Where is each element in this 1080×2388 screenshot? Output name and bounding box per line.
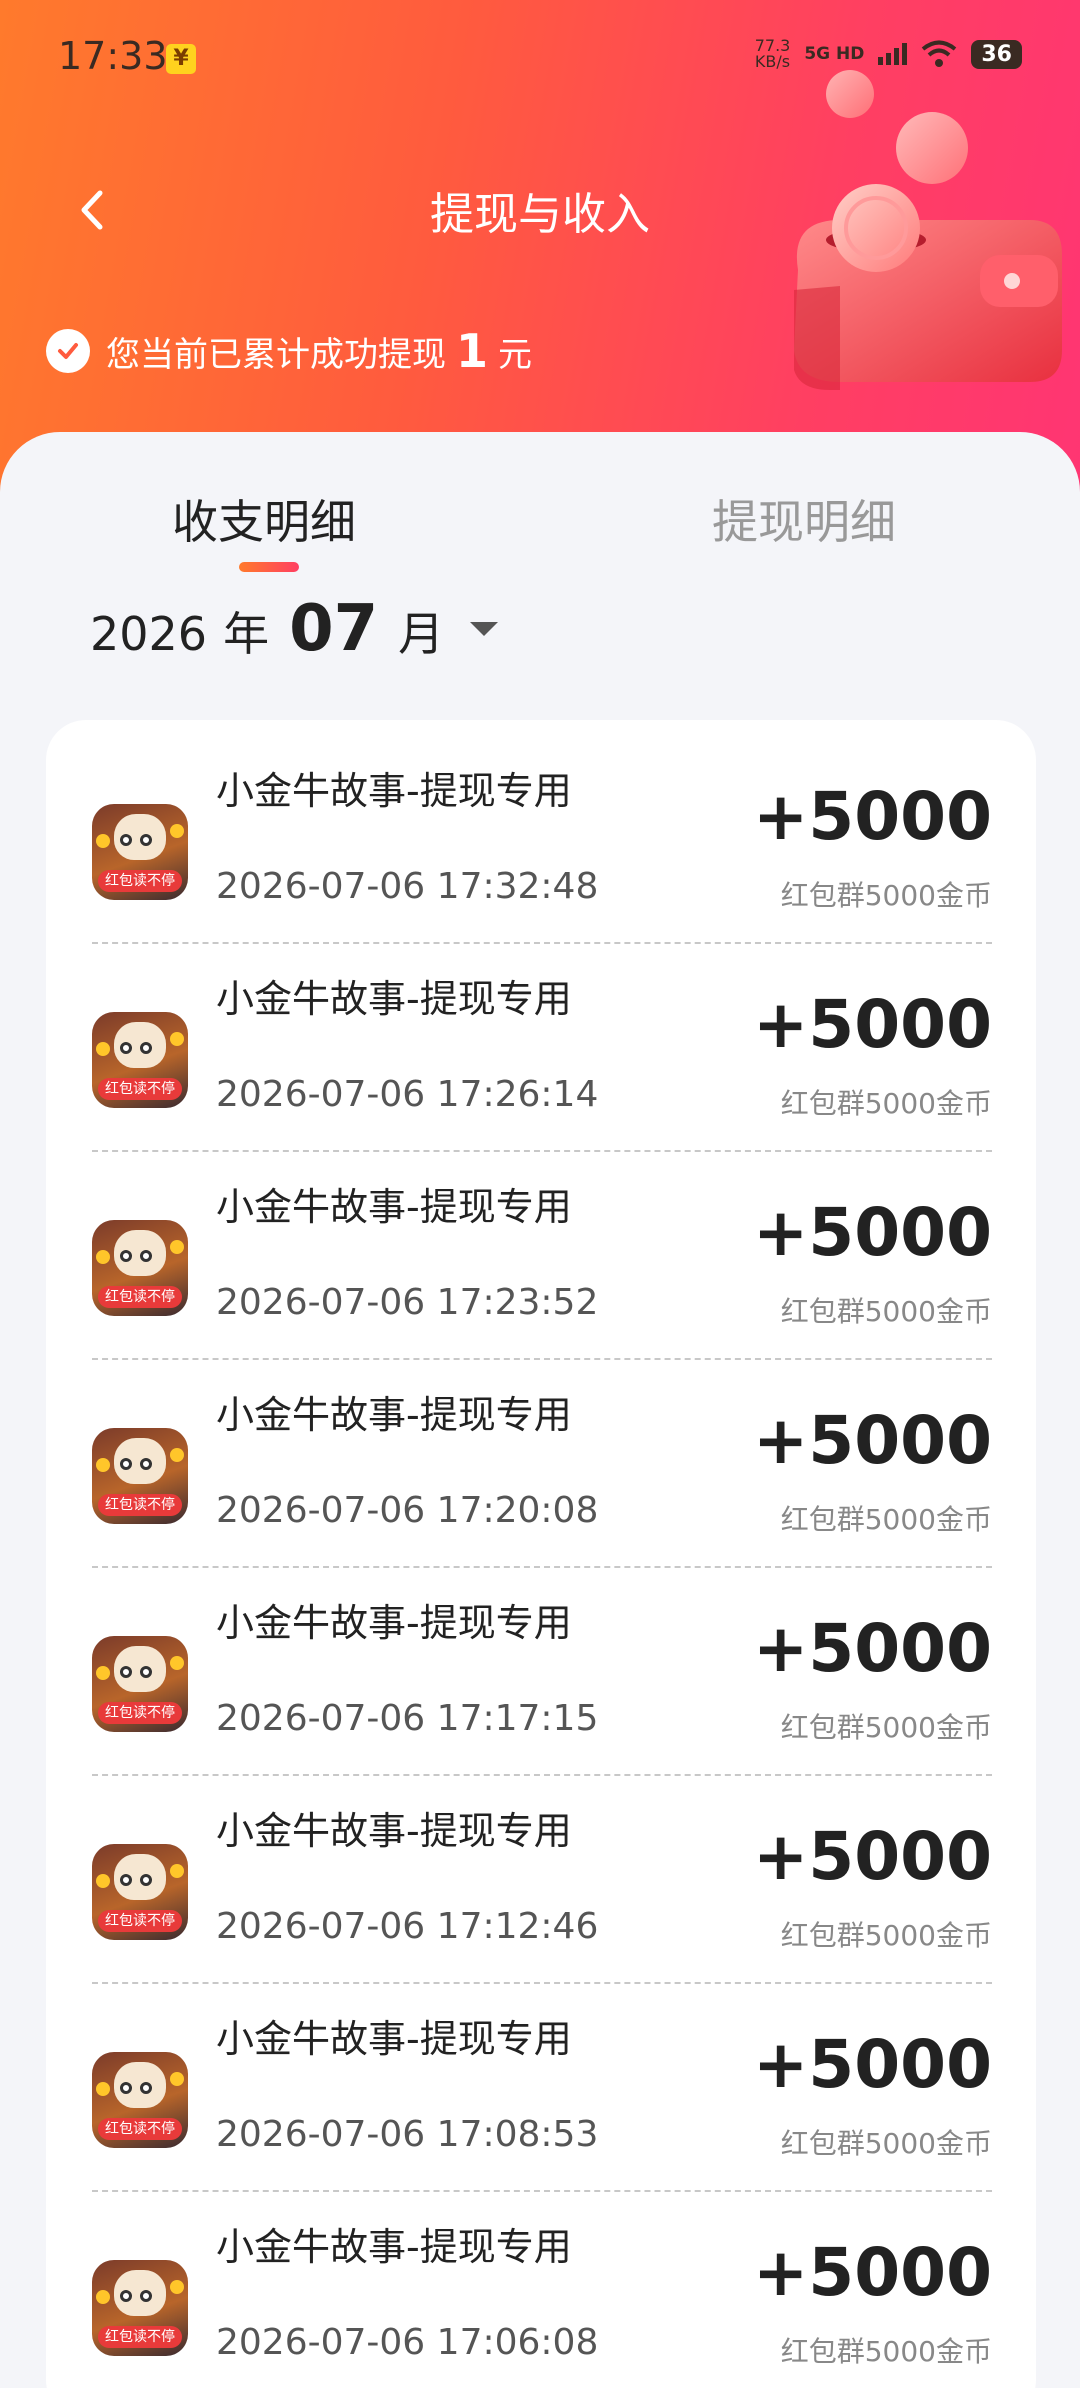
cow-face-icon [114, 2062, 166, 2108]
year-unit: 年 [223, 607, 270, 661]
record-amount: +5000 [753, 2026, 992, 2103]
record-amount: +5000 [753, 778, 992, 855]
record-title: 小金牛故事-提现专用 [216, 769, 572, 813]
app-icon-badge: 红包读不停 [98, 2118, 182, 2140]
app-icon-badge: 红包读不停 [98, 1702, 182, 1724]
cow-face-icon [114, 2270, 166, 2316]
withdraw-note-prefix: 您当前已累计成功提现 [106, 334, 446, 375]
cow-face-icon [114, 1438, 166, 1484]
app-icon: 红包读不停 [92, 1844, 188, 1940]
record-note: 红包群5000金币 [780, 1711, 992, 1744]
record-title: 小金牛故事-提现专用 [216, 1185, 572, 1229]
wallet-illustration [794, 70, 1062, 390]
app-icon-badge: 红包读不停 [98, 1494, 182, 1516]
record-note: 红包群5000金币 [780, 879, 992, 912]
record-title: 小金牛故事-提现专用 [216, 977, 572, 1021]
app-icon: 红包读不停 [92, 1220, 188, 1316]
header: 17:33 ¥ 77.3 KB/s 5G HD 36 提现与收入 您当前已累计成… [0, 0, 1080, 500]
month-unit: 月 [398, 607, 445, 661]
yuan-badge-icon: ¥ [166, 44, 196, 74]
app-icon: 红包读不停 [92, 2260, 188, 2356]
record-amount: +5000 [753, 986, 992, 1063]
caret-down-icon [470, 622, 499, 636]
record-amount: +5000 [753, 1402, 992, 1479]
record-title: 小金牛故事-提现专用 [216, 1601, 572, 1645]
withdraw-note-suffix: 元 [498, 334, 533, 375]
status-time: 17:33 [58, 34, 168, 78]
check-icon [46, 329, 90, 373]
app-icon-badge: 红包读不停 [98, 1286, 182, 1308]
withdraw-summary: 您当前已累计成功提现 1 元 [46, 324, 532, 378]
record-row[interactable]: 红包读不停 小金牛故事-提现专用 2026-07-06 17:08:53 +5000 红… [92, 1984, 992, 2192]
record-amount: +5000 [753, 2234, 992, 2311]
cow-face-icon [114, 1022, 166, 1068]
tab-indicator [239, 562, 299, 572]
app-icon: 红包读不停 [92, 1636, 188, 1732]
tab-withdraw-details[interactable]: 提现明细 [712, 486, 896, 552]
record-row[interactable]: 红包读不停 小金牛故事-提现专用 2026-07-06 17:23:52 +5000 红… [92, 1152, 992, 1360]
month-picker[interactable]: 2026 年 07 月 [90, 592, 499, 666]
status-indicators: 77.3 KB/s 5G HD 36 [755, 38, 1022, 70]
record-time: 2026-07-06 17:32:48 [216, 866, 599, 907]
record-note: 红包群5000金币 [780, 2127, 992, 2160]
record-row[interactable]: 红包读不停 小金牛故事-提现专用 2026-07-06 17:32:48 +5000 红… [92, 736, 992, 944]
cow-face-icon [114, 1854, 166, 1900]
record-row[interactable]: 红包读不停 小金牛故事-提现专用 2026-07-06 17:20:08 +5000 红… [92, 1360, 992, 1568]
app-icon-badge: 红包读不停 [98, 1078, 182, 1100]
app-icon-badge: 红包读不停 [98, 2326, 182, 2348]
record-time: 2026-07-06 17:06:08 [216, 2322, 599, 2363]
record-note: 红包群5000金币 [780, 1295, 992, 1328]
record-title: 小金牛故事-提现专用 [216, 1809, 572, 1853]
record-amount: +5000 [753, 1194, 992, 1271]
record-time: 2026-07-06 17:17:15 [216, 1698, 599, 1739]
app-icon: 红包读不停 [92, 804, 188, 900]
record-note: 红包群5000金币 [780, 1087, 992, 1120]
record-row[interactable]: 红包读不停 小金牛故事-提现专用 2026-07-06 17:17:15 +5000 红… [92, 1568, 992, 1776]
cow-face-icon [114, 814, 166, 860]
record-time: 2026-07-06 17:23:52 [216, 1282, 599, 1323]
record-time: 2026-07-06 17:20:08 [216, 1490, 599, 1531]
app-icon: 红包读不停 [92, 2052, 188, 2148]
cow-face-icon [114, 1230, 166, 1276]
app-icon: 红包读不停 [92, 1428, 188, 1524]
record-note: 红包群5000金币 [780, 1503, 992, 1536]
cow-face-icon [114, 1646, 166, 1692]
record-time: 2026-07-06 17:12:46 [216, 1906, 599, 1947]
net-speed: 77.3 KB/s [755, 38, 791, 70]
signal-icon [878, 43, 908, 65]
record-row[interactable]: 红包读不停 小金牛故事-提现专用 2026-07-06 17:26:14 +5000 红… [92, 944, 992, 1152]
record-amount: +5000 [753, 1818, 992, 1895]
record-title: 小金牛故事-提现专用 [216, 2017, 572, 2061]
year-value: 2026 [90, 607, 208, 661]
record-title: 小金牛故事-提现专用 [216, 1393, 572, 1437]
net-speed-unit: KB/s [754, 52, 791, 71]
withdraw-amount: 1 [456, 324, 489, 378]
record-amount: +5000 [753, 1610, 992, 1687]
battery-indicator: 36 [971, 39, 1022, 69]
app-icon: 红包读不停 [92, 1012, 188, 1108]
records-list: 红包读不停 小金牛故事-提现专用 2026-07-06 17:32:48 +5000 红… [46, 720, 1036, 2388]
tab-income-details[interactable]: 收支明细 [172, 486, 356, 552]
record-note: 红包群5000金币 [780, 1919, 992, 1952]
record-time: 2026-07-06 17:08:53 [216, 2114, 599, 2155]
month-value: 07 [289, 592, 379, 666]
network-type: 5G HD [804, 44, 865, 64]
app-icon-badge: 红包读不停 [98, 870, 182, 892]
record-row[interactable]: 红包读不停 小金牛故事-提现专用 2026-07-06 17:12:46 +5000 红… [92, 1776, 992, 1984]
app-icon-badge: 红包读不停 [98, 1910, 182, 1932]
record-time: 2026-07-06 17:26:14 [216, 1074, 599, 1115]
wifi-icon [922, 40, 957, 67]
record-note: 红包群5000金币 [780, 2335, 992, 2368]
record-row[interactable]: 红包读不停 小金牛故事-提现专用 2026-07-06 17:06:08 +5000 红… [92, 2192, 992, 2388]
record-title: 小金牛故事-提现专用 [216, 2225, 572, 2269]
